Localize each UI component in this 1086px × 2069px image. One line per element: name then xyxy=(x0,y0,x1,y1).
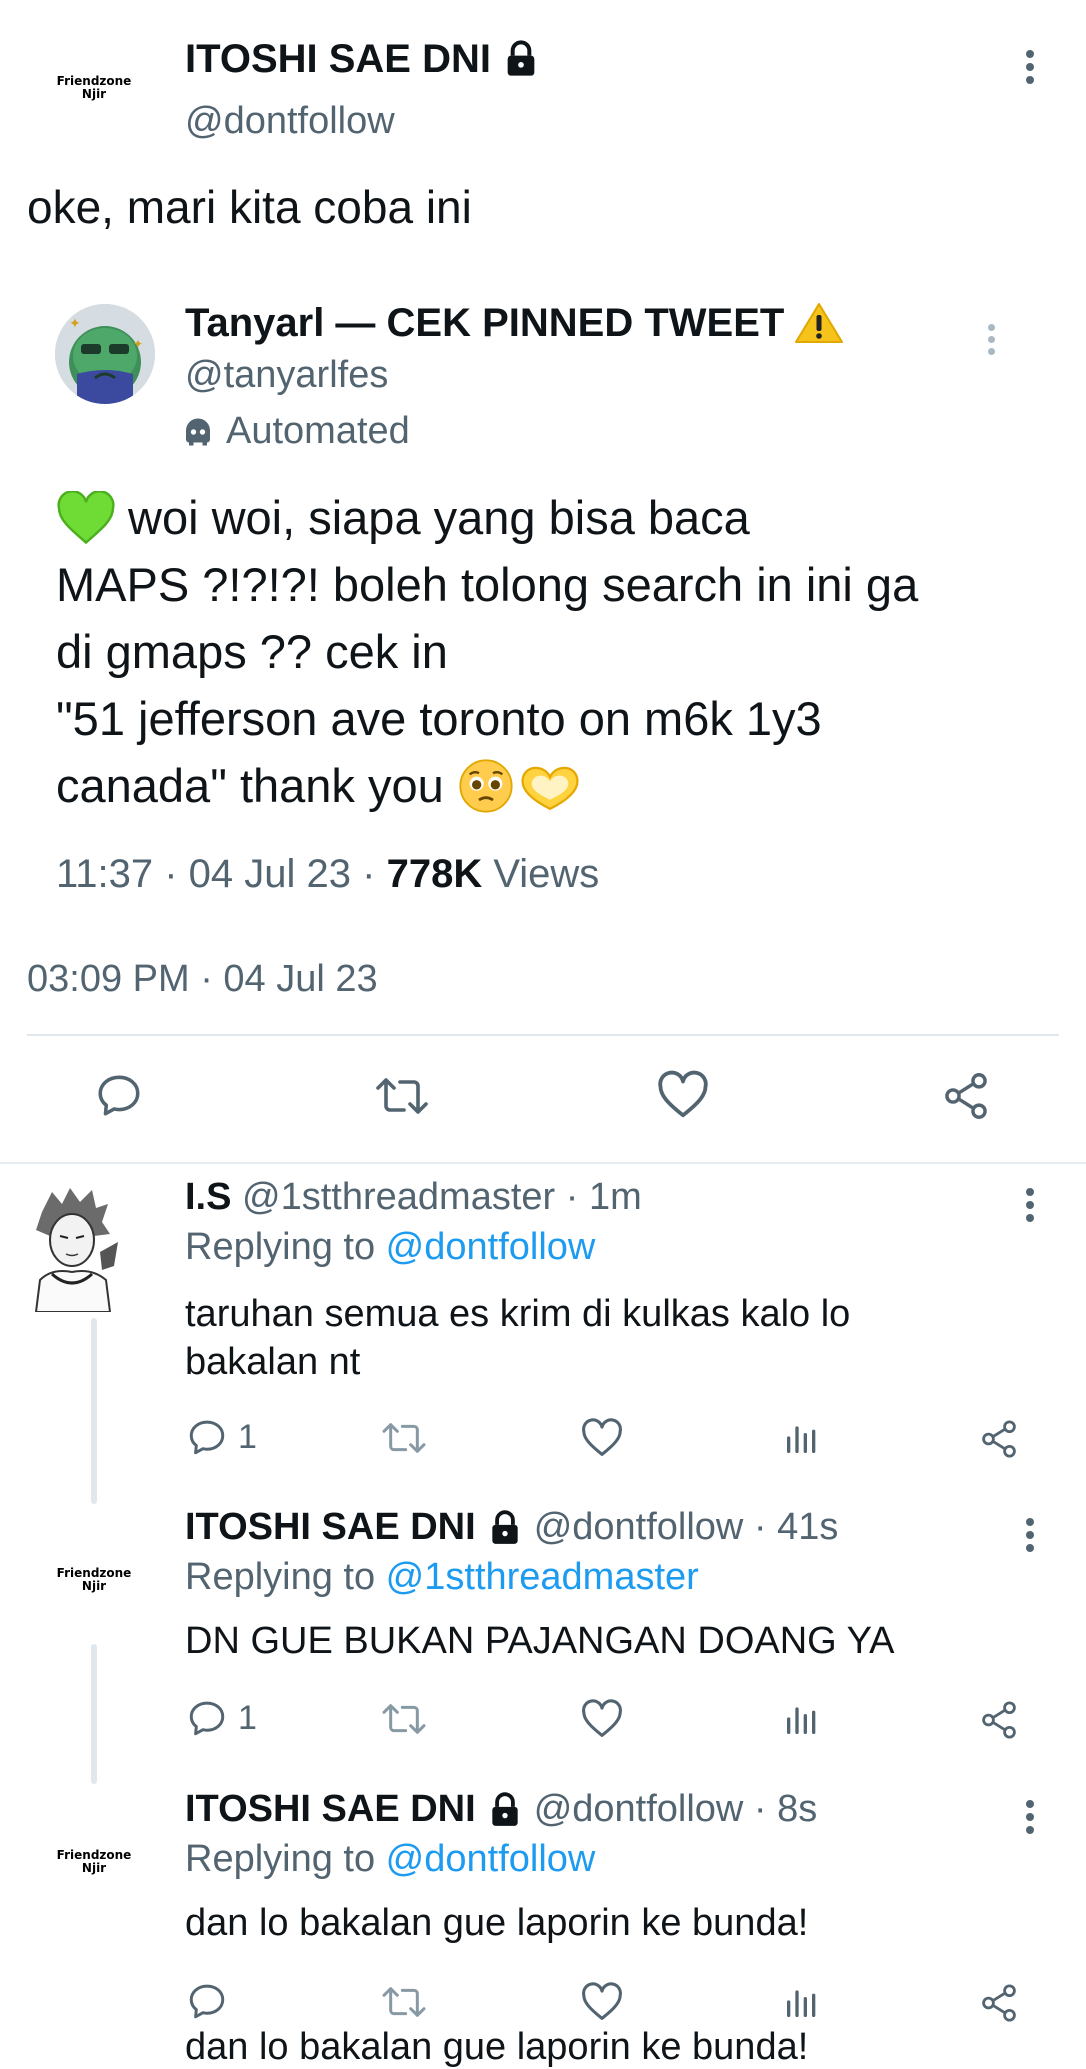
analytics-icon[interactable] xyxy=(782,1982,822,2022)
share-icon[interactable] xyxy=(940,1070,992,1122)
author-name[interactable]: ITOSHI SAE DNI xyxy=(185,36,491,82)
quoted-tweet-text: woi woi, siapa yang bisa baca MAPS ?!?!?… xyxy=(56,484,918,819)
like-icon[interactable] xyxy=(580,1418,624,1458)
reply-text-line: bakalan nt xyxy=(185,1341,361,1383)
reply-author-row: ITOSHI SAE DNI @dontfollow · 8s xyxy=(185,1788,817,1831)
replying-to: Replying to @dontfollow xyxy=(185,1838,595,1881)
reply-author-row: I.S @1stthreadmaster · 1m xyxy=(185,1176,642,1219)
analytics-icon[interactable] xyxy=(782,1699,822,1739)
avatar-text: Njir xyxy=(81,87,107,101)
green-heart-icon xyxy=(56,490,116,545)
replying-to-label: Replying to xyxy=(185,1226,386,1268)
automated-badge: Automated xyxy=(180,410,410,453)
avatar-text: Njir xyxy=(81,1579,107,1593)
avatar[interactable] xyxy=(22,1182,122,1312)
reply-more-options-icon[interactable] xyxy=(1025,1188,1035,1222)
quoted-author-name[interactable]: Tanyarl — CEK PINNED TWEET xyxy=(185,300,784,346)
pleading-face-icon xyxy=(458,758,514,814)
share-icon[interactable] xyxy=(978,1418,1020,1460)
divider xyxy=(0,1162,1086,1164)
quoted-time: 11:37 · 04 Jul 23 · xyxy=(56,852,387,896)
avatar-text: Njir xyxy=(81,1861,107,1875)
reply-author-row: ITOSHI SAE DNI @dontfollow · 41s xyxy=(185,1506,838,1549)
replying-to-link[interactable]: @1stthreadmaster xyxy=(386,1556,699,1598)
retweet-icon[interactable] xyxy=(380,1699,428,1739)
svg-text:✦: ✦ xyxy=(69,315,81,331)
thread-line xyxy=(91,1318,97,1504)
quoted-author-row: Tanyarl — CEK PINNED TWEET xyxy=(185,300,844,346)
reply-icon xyxy=(186,1697,228,1739)
views-count: 778K xyxy=(386,852,483,896)
reply-text: taruhan semua es krim di kulkas kalo lo … xyxy=(185,1290,850,1386)
reply-button[interactable]: 1 xyxy=(186,1697,257,1739)
bot-icon xyxy=(180,414,216,450)
reply-author-name[interactable]: ITOSHI SAE DNI xyxy=(185,1788,476,1831)
reply-count: 1 xyxy=(238,1698,257,1737)
retweet-icon[interactable] xyxy=(380,1982,428,2022)
automated-label: Automated xyxy=(226,410,410,452)
replying-to: Replying to @1stthreadmaster xyxy=(185,1556,699,1599)
reply-author-handle[interactable]: @dontfollow · 8s xyxy=(534,1788,818,1831)
divider xyxy=(27,1034,1059,1036)
views-label: Views xyxy=(482,852,600,896)
retweet-icon[interactable] xyxy=(374,1072,430,1120)
replying-to-label: Replying to xyxy=(185,1556,386,1598)
reply-text-line: taruhan semua es krim di kulkas kalo lo xyxy=(185,1293,851,1335)
lock-icon xyxy=(486,1791,524,1829)
reply-button[interactable]: 1 xyxy=(186,1416,257,1458)
reply-icon[interactable] xyxy=(186,1980,228,2022)
reply-author-handle[interactable]: @dontfollow · 41s xyxy=(534,1506,839,1549)
reply-count: 1 xyxy=(238,1417,257,1456)
reply-more-options-icon[interactable] xyxy=(1025,1518,1035,1552)
warning-icon xyxy=(794,301,844,345)
share-icon[interactable] xyxy=(978,1982,1020,2024)
reply-author-name[interactable]: I.S xyxy=(185,1176,231,1218)
quoted-text-line: di gmaps ?? cek in xyxy=(56,625,448,678)
heart-hands-icon xyxy=(518,758,582,814)
replying-to: Replying to @dontfollow xyxy=(185,1226,595,1269)
author-row: ITOSHI SAE DNI xyxy=(185,36,541,82)
avatar[interactable]: Friendzone Njir xyxy=(44,1530,144,1630)
like-icon[interactable] xyxy=(656,1070,710,1120)
tweet-text: oke, mari kita coba ini xyxy=(27,181,472,233)
avatar[interactable]: Friendzone Njir xyxy=(44,1812,144,1912)
quoted-author-handle[interactable]: @tanyarlfes xyxy=(185,354,388,397)
quoted-more-options-icon[interactable] xyxy=(986,324,996,355)
quoted-text-line: MAPS ?!?!?! boleh tolong search in ini g… xyxy=(56,558,919,611)
tweet-timestamp: 03:09 PM · 04 Jul 23 xyxy=(27,958,378,1000)
reply-author-name[interactable]: ITOSHI SAE DNI xyxy=(185,1506,476,1549)
analytics-icon[interactable] xyxy=(782,1418,822,1458)
thread-line xyxy=(91,1644,97,1784)
replying-to-link[interactable]: @dontfollow xyxy=(386,1226,596,1268)
author-handle[interactable]: @dontfollow xyxy=(185,100,395,143)
like-icon[interactable] xyxy=(580,1982,624,2022)
share-icon[interactable] xyxy=(978,1699,1020,1741)
replying-to-link[interactable]: @dontfollow xyxy=(386,1838,596,1880)
replying-to-label: Replying to xyxy=(185,1838,386,1880)
quoted-text-line: canada" thank you xyxy=(56,759,444,812)
like-icon[interactable] xyxy=(580,1699,624,1739)
quoted-text-line: "51 jefferson ave toronto on m6k 1y3 xyxy=(56,692,822,745)
quoted-avatar[interactable]: ✦ ✦ xyxy=(55,304,155,404)
reply-icon[interactable] xyxy=(94,1070,144,1120)
reply-icon xyxy=(186,1416,228,1458)
quoted-meta: 11:37 · 04 Jul 23 · 778K Views xyxy=(56,852,599,897)
svg-text:✦: ✦ xyxy=(133,337,143,351)
reply-more-options-icon[interactable] xyxy=(1025,1800,1035,1834)
retweet-icon[interactable] xyxy=(380,1418,428,1458)
lock-icon xyxy=(486,1509,524,1547)
reply-author-handle[interactable]: @1stthreadmaster · 1m xyxy=(242,1176,642,1218)
reply-text: dan lo bakalan gue laporin ke bunda! xyxy=(185,1902,809,1944)
avatar[interactable]: Friendzone Njir xyxy=(44,38,144,138)
more-options-icon[interactable] xyxy=(1025,50,1035,84)
reply-text: DN GUE BUKAN PAJANGAN DOANG YA xyxy=(185,1620,895,1662)
quoted-text-line: woi woi, siapa yang bisa baca xyxy=(128,491,750,544)
lock-icon xyxy=(501,39,541,79)
